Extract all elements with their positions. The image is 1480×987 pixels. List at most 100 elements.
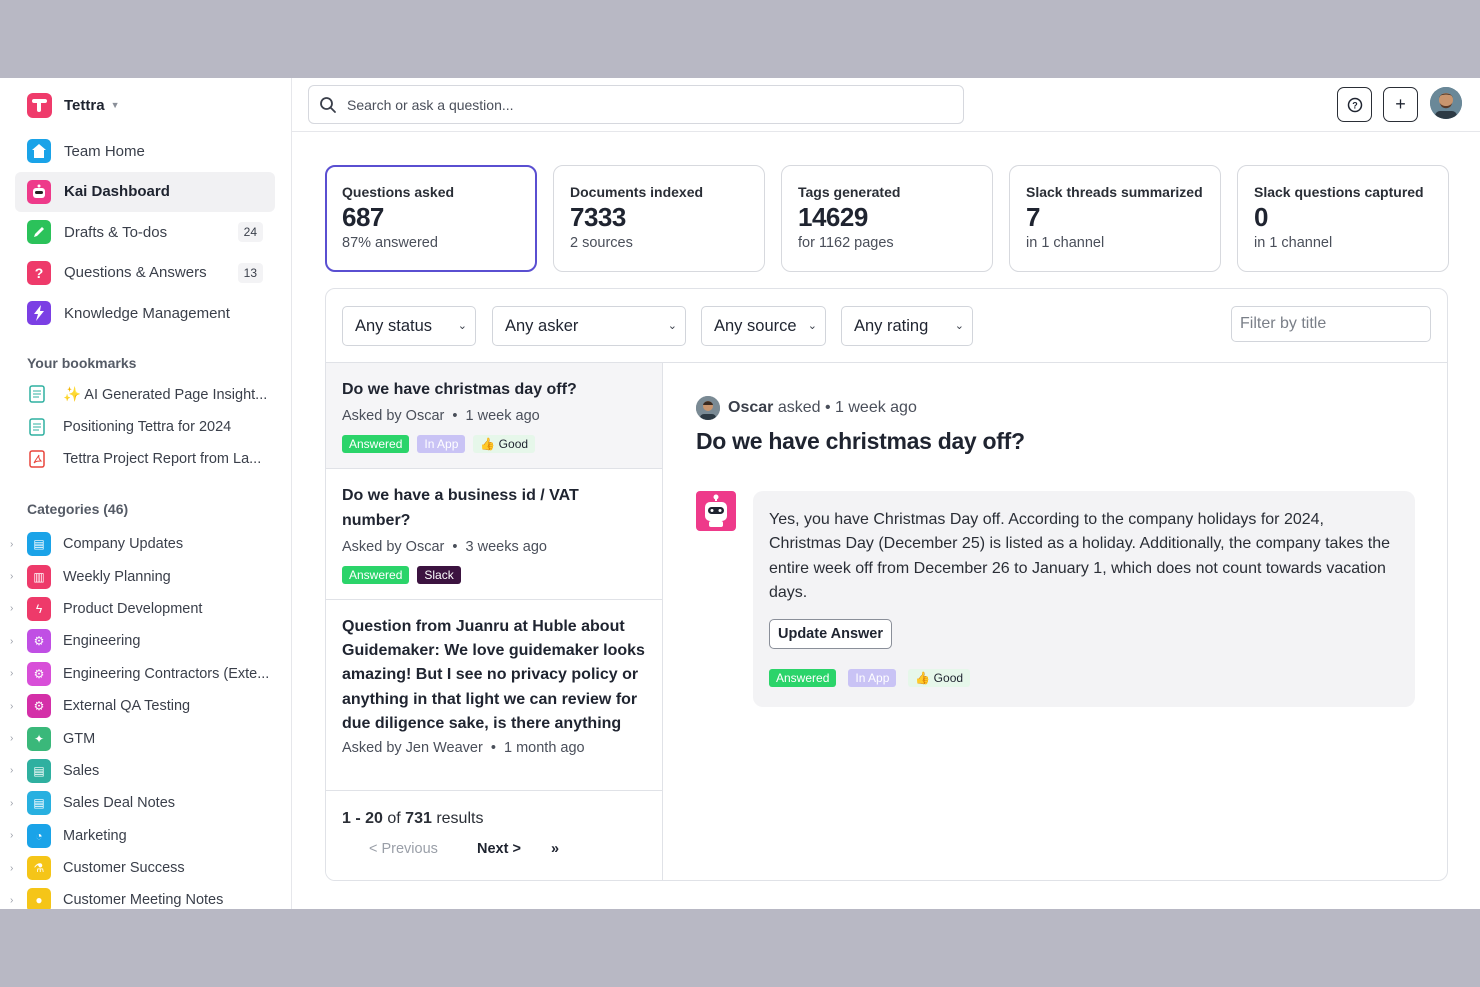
magic-wand-icon: ✦ xyxy=(27,726,51,751)
question-list-item[interactable]: Do we have christmas day off? Asked by O… xyxy=(326,363,662,470)
nav-item-knowledge[interactable]: Knowledge Management xyxy=(15,293,275,333)
category-label: Customer Meeting Notes xyxy=(63,892,224,909)
select-value: Any source xyxy=(714,316,797,335)
stat-label: Questions asked xyxy=(342,184,455,200)
help-button[interactable]: ? xyxy=(1337,87,1372,122)
chevron-right-icon[interactable]: › xyxy=(10,539,27,550)
title-filter-input[interactable] xyxy=(1231,306,1431,342)
stat-value: 14629 xyxy=(798,202,868,232)
status-filter-select[interactable]: Any status ⌄ xyxy=(342,306,476,346)
category-label: Product Development xyxy=(63,600,203,617)
chevron-right-icon[interactable]: › xyxy=(10,765,27,776)
category-item-engineering-contractors[interactable]: › ⚙ Engineering Contractors (Exte... xyxy=(10,658,280,690)
asker-filter-select[interactable]: Any asker ⌄ xyxy=(492,306,686,346)
chevron-right-icon[interactable]: › xyxy=(10,733,27,744)
tettra-logo-icon xyxy=(27,92,52,118)
stat-card-slack-threads[interactable]: Slack threads summarized 7 in 1 channel xyxy=(1009,165,1221,272)
stat-card-documents-indexed[interactable]: Documents indexed 7333 2 sources xyxy=(553,165,765,272)
category-item-customer-success[interactable]: › ⚗ Customer Success xyxy=(10,852,280,884)
category-label: Customer Success xyxy=(63,860,185,877)
chevron-down-icon: ⌄ xyxy=(807,320,817,332)
stat-label: Slack threads summarized xyxy=(1026,184,1203,200)
nav-item-team-home[interactable]: Team Home xyxy=(15,131,275,171)
book-icon: ▤ xyxy=(27,791,51,816)
previous-page-button[interactable]: < Previous xyxy=(369,841,438,857)
bookmark-label: Positioning Tettra for 2024 xyxy=(63,418,232,435)
chevron-right-icon[interactable]: › xyxy=(10,668,27,679)
category-item-product-development[interactable]: › ϟ Product Development xyxy=(10,593,280,625)
question-asker: Asked by Oscar xyxy=(342,408,445,425)
stat-sub: in 1 channel xyxy=(1254,235,1333,251)
category-item-marketing[interactable]: › ◔ Marketing xyxy=(10,820,280,852)
nav-item-drafts[interactable]: Drafts & To-dos 24 xyxy=(15,212,275,252)
chevron-right-icon[interactable]: › xyxy=(10,603,27,614)
document-icon xyxy=(29,385,45,403)
category-item-weekly-planning[interactable]: › ▥ Weekly Planning xyxy=(10,560,280,592)
source-filter-select[interactable]: Any source ⌄ xyxy=(701,306,826,346)
rating-filter-select[interactable]: Any rating ⌄ xyxy=(841,306,973,346)
stat-card-tags-generated[interactable]: Tags generated 14629 for 1162 pages xyxy=(781,165,993,272)
category-item-external-qa[interactable]: › ⚙ External QA Testing xyxy=(10,690,280,722)
count-badge: 13 xyxy=(237,262,263,283)
count-badge: 24 xyxy=(237,222,263,242)
category-item-engineering[interactable]: › ⚙ Engineering xyxy=(10,625,280,657)
results-suffix: results xyxy=(436,810,484,827)
map-icon: ▥ xyxy=(27,564,51,589)
chevron-right-icon[interactable]: › xyxy=(10,863,27,874)
workspace-switcher[interactable]: Tettra ▼ xyxy=(27,92,119,118)
user-avatar[interactable] xyxy=(1430,87,1462,119)
search-icon xyxy=(320,96,336,113)
search-box[interactable] xyxy=(308,85,964,124)
select-value: Any asker xyxy=(505,316,579,335)
question-time: 1 month ago xyxy=(503,740,585,757)
last-page-button[interactable]: » xyxy=(551,841,559,857)
sidebar: Tettra ▼ Team Home Kai Dashboard Drafts … xyxy=(0,78,292,909)
question-title: Do we have a business id / VAT number? xyxy=(342,487,579,529)
question-meta: Asked by Jen Weaver • 1 month ago xyxy=(342,740,585,757)
nav-item-questions[interactable]: ? Questions & Answers 13 xyxy=(15,253,275,293)
answer-bubble: Yes, you have Christmas Day off. Accordi… xyxy=(753,491,1415,707)
stat-sub: 2 sources xyxy=(570,235,633,251)
answered-badge: Answered xyxy=(342,435,410,454)
search-input[interactable] xyxy=(347,96,907,113)
update-answer-button[interactable]: Update Answer xyxy=(769,619,893,650)
add-button[interactable]: + xyxy=(1383,87,1418,122)
next-page-button[interactable]: Next > xyxy=(477,841,521,857)
bookmark-label: Tettra Project Report from La... xyxy=(63,451,262,468)
nav-item-kai-dashboard[interactable]: Kai Dashboard xyxy=(15,171,275,212)
chevron-right-icon[interactable]: › xyxy=(10,830,27,841)
chevron-right-icon[interactable]: › xyxy=(10,636,27,647)
category-item-customer-meeting-notes[interactable]: › ● Customer Meeting Notes xyxy=(10,884,280,909)
gear-icon: ⚙ xyxy=(27,694,51,719)
chevron-right-icon[interactable]: › xyxy=(10,701,27,712)
asker-line: Oscar asked • 1 week ago xyxy=(696,396,917,420)
category-item-sales[interactable]: › ▤ Sales xyxy=(10,755,280,787)
filter-bar: Any status ⌄ Any asker ⌄ Any source ⌄ An… xyxy=(326,289,1447,363)
chevron-right-icon[interactable]: › xyxy=(10,798,27,809)
category-item-company-updates[interactable]: › ▤ Company Updates xyxy=(10,528,280,560)
category-item-sales-deal-notes[interactable]: › ▤ Sales Deal Notes xyxy=(10,787,280,819)
question-title: Do we have christmas day off? xyxy=(342,381,577,398)
pencil-icon xyxy=(27,220,51,244)
stat-card-questions-asked[interactable]: Questions asked 687 87% answered xyxy=(325,165,537,272)
in-app-badge: In App xyxy=(417,435,466,454)
bookmark-item[interactable]: Positioning Tettra for 2024 xyxy=(27,411,272,444)
bookmark-item[interactable]: ✨ AI Generated Page Insight... xyxy=(27,378,272,411)
category-label: Weekly Planning xyxy=(63,568,171,585)
categories-title: Categories (46) xyxy=(27,501,129,517)
asked-time: asked • 1 week ago xyxy=(777,399,917,416)
chevron-down-icon: ⌄ xyxy=(954,320,964,332)
category-item-gtm[interactable]: › ✦ GTM xyxy=(10,722,280,754)
bookmarks-title: Your bookmarks xyxy=(27,355,137,371)
stat-card-slack-questions[interactable]: Slack questions captured 0 in 1 channel xyxy=(1237,165,1449,272)
question-asker: Asked by Jen Weaver xyxy=(342,740,483,757)
chevron-right-icon[interactable]: › xyxy=(10,895,27,906)
chevron-down-icon: ⌄ xyxy=(667,320,677,332)
chevron-right-icon[interactable]: › xyxy=(10,571,27,582)
bookmark-item[interactable]: Tettra Project Report from La... xyxy=(27,443,272,476)
category-label: GTM xyxy=(63,730,96,747)
results-total: 731 xyxy=(405,810,432,827)
question-list-item[interactable]: Do we have a business id / VAT number? A… xyxy=(326,469,662,600)
question-list-item[interactable]: Question from Juanru at Huble about Guid… xyxy=(326,600,662,771)
bookmark-label: ✨ AI Generated Page Insight... xyxy=(63,386,268,403)
